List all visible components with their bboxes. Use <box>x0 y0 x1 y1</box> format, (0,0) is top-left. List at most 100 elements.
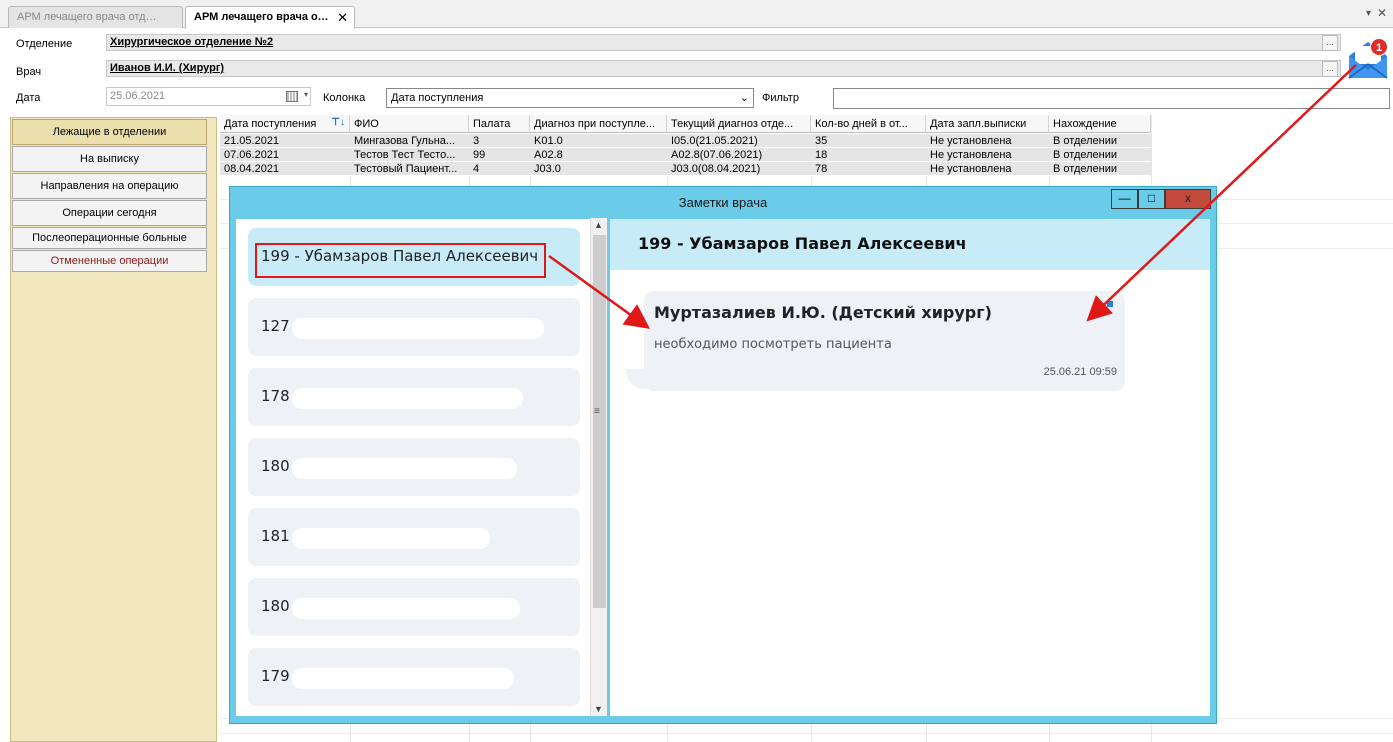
table-cell: В отделении <box>1053 135 1118 147</box>
doctor-ellipsis-button[interactable]: ... <box>1322 61 1338 77</box>
nav-item-postop-patients[interactable]: Послеоперационные больные <box>12 227 207 249</box>
filter-input[interactable] <box>833 88 1390 109</box>
close-icon[interactable]: ✕ <box>1377 6 1387 20</box>
table-cell: 3 <box>473 135 480 147</box>
department-label: Отделение <box>16 38 73 50</box>
redacted-name <box>292 528 490 549</box>
chat-item-label: 180 <box>261 597 290 615</box>
department-ellipsis-button[interactable]: ... <box>1322 35 1338 51</box>
redacted-name <box>292 668 514 689</box>
table-cell: 21.05.2021 <box>224 135 280 147</box>
column-header[interactable]: Дата поступления ⊤↓ <box>220 115 350 133</box>
table-cell: 78 <box>815 163 828 175</box>
calendar-icon[interactable] <box>286 91 298 102</box>
table-cell: Не установлена <box>930 135 1012 147</box>
table-cell: A02.8(07.06.2021) <box>671 149 763 161</box>
date-value: 25.06.2021 <box>110 90 166 102</box>
tab-arm-inactive[interactable]: АРМ лечащего врача отде... <box>8 6 183 28</box>
sort-filter-icon[interactable]: ⊤↓ <box>331 117 345 128</box>
chevron-down-icon[interactable]: ▼ <box>594 704 603 714</box>
nav-item-inpatients[interactable]: Лежащие в отделении <box>12 119 207 145</box>
dialog-title: Заметки врача <box>678 195 768 210</box>
table-row[interactable]: 07.06.2021 Тестов Тест Тесто... 99 A02.8… <box>220 148 1151 162</box>
message-bubble[interactable]: Муртазалиев И.Ю. (Детский хирург) необхо… <box>644 291 1125 391</box>
chevron-down-icon[interactable]: ▾ <box>304 90 308 99</box>
close-icon[interactable]: ✕ <box>337 10 348 26</box>
redacted-name <box>292 458 517 479</box>
chat-list-item[interactable]: 180 <box>248 438 580 496</box>
tab-label: АРМ лечащего врача отд.. <box>194 11 329 23</box>
message-author: Муртазалиев И.Ю. (Детский хирург) <box>654 303 992 322</box>
table-row[interactable]: 21.05.2021 Мингазова Гульна... 3 K01.0 I… <box>220 134 1151 148</box>
maximize-button[interactable]: □ <box>1138 189 1165 209</box>
chat-item-label: 181 <box>261 527 290 545</box>
grip-icon: ≡ <box>594 406 600 417</box>
column-label: Колонка <box>323 92 366 104</box>
chat-item-label: 127 <box>261 317 290 335</box>
chat-list-item[interactable]: 127 <box>248 298 580 356</box>
column-select[interactable]: Дата поступления ⌄ <box>386 88 754 108</box>
column-select-value: Дата поступления <box>391 92 484 104</box>
doctor-field[interactable]: Иванов И.И. (Хирург) <box>106 60 1341 77</box>
column-header[interactable]: Палата <box>469 115 530 133</box>
table-cell: J03.0(08.04.2021) <box>671 163 761 175</box>
chat-list-item[interactable]: 180 <box>248 578 580 636</box>
grid-header: Дата поступления ⊤↓ ФИО Палата Диагноз п… <box>220 115 1151 133</box>
table-cell: J03.0 <box>534 163 561 175</box>
column-header[interactable]: Дата запл.выписки <box>926 115 1049 133</box>
column-header[interactable]: Нахождение <box>1049 115 1151 133</box>
column-header[interactable]: Текущий диагноз отде... <box>667 115 811 133</box>
date-label: Дата <box>16 92 41 104</box>
chat-list-item[interactable]: 179 <box>248 648 580 706</box>
nav-item-cancelled-surgeries[interactable]: Отмененные операции <box>12 250 207 272</box>
notification-badge: 1 <box>1370 38 1388 56</box>
table-cell: В отделении <box>1053 163 1118 175</box>
chevron-up-icon[interactable]: ▲ <box>594 220 603 230</box>
tab-arm-active[interactable]: АРМ лечащего врача отд.. ✕ <box>185 6 355 29</box>
chat-list-scrollbar[interactable]: ▲ ≡ ▼ <box>590 218 607 716</box>
message-text: необходимо посмотреть пациента <box>654 337 892 352</box>
table-cell: Не установлена <box>930 163 1012 175</box>
scrollbar-thumb[interactable] <box>593 235 606 608</box>
annotation-highlight-box <box>255 243 546 278</box>
chevron-down-icon[interactable]: ▾ <box>1366 8 1371 19</box>
chat-item-label: 178 <box>261 387 290 405</box>
close-button[interactable]: x <box>1165 189 1211 209</box>
conversation-title: 199 - Убамзаров Павел Алексеевич <box>610 219 1210 270</box>
column-header-label: Дата поступления <box>224 118 317 130</box>
table-cell: Не установлена <box>930 149 1012 161</box>
minimize-button[interactable]: — <box>1111 189 1138 209</box>
table-cell: I05.0(21.05.2021) <box>671 135 758 147</box>
date-input[interactable]: 25.06.2021 ▾ <box>106 87 311 106</box>
table-cell: В отделении <box>1053 149 1118 161</box>
column-header[interactable]: Кол-во дней в от... <box>811 115 926 133</box>
chat-item-label: 179 <box>261 667 290 685</box>
column-header[interactable]: ФИО <box>350 115 469 133</box>
conversation-panel: 199 - Убамзаров Павел Алексеевич Муртаза… <box>610 219 1210 716</box>
chat-list: 199 - Убамзаров Павел Алексеевич 127 178… <box>236 219 606 716</box>
message-time: 25.06.21 09:59 <box>1043 366 1117 378</box>
table-cell: Мингазова Гульна... <box>354 135 456 147</box>
table-cell: 07.06.2021 <box>224 149 280 161</box>
redacted-name <box>292 318 544 339</box>
redacted-name <box>292 598 520 619</box>
table-cell: 18 <box>815 149 828 161</box>
doctor-label: Врач <box>16 66 42 78</box>
filter-label: Фильтр <box>762 92 799 104</box>
nav-item-surgery-referrals[interactable]: Направления на операцию <box>12 173 207 199</box>
nav-item-discharge[interactable]: На выписку <box>12 146 207 172</box>
department-field[interactable]: Хирургическое отделение №2 <box>106 34 1341 51</box>
table-cell: K01.0 <box>534 135 563 147</box>
chat-list-item[interactable]: 178 <box>248 368 580 426</box>
table-row[interactable]: 08.04.2021 Тестовый Пациент... 4 J03.0 J… <box>220 162 1151 176</box>
table-cell: 4 <box>473 163 480 175</box>
nav-item-surgeries-today[interactable]: Операции сегодня <box>12 200 207 226</box>
tab-label: АРМ лечащего врача отде... <box>17 11 157 23</box>
unread-dot-icon <box>1107 301 1113 307</box>
table-cell: 99 <box>473 149 486 161</box>
sidebar: Лежащие в отделении На выписку Направлен… <box>10 117 217 742</box>
table-cell: Тестов Тест Тесто... <box>354 149 456 161</box>
column-header[interactable]: Диагноз при поступле... <box>530 115 667 133</box>
table-cell: A02.8 <box>534 149 563 161</box>
chat-list-item[interactable]: 181 <box>248 508 580 566</box>
